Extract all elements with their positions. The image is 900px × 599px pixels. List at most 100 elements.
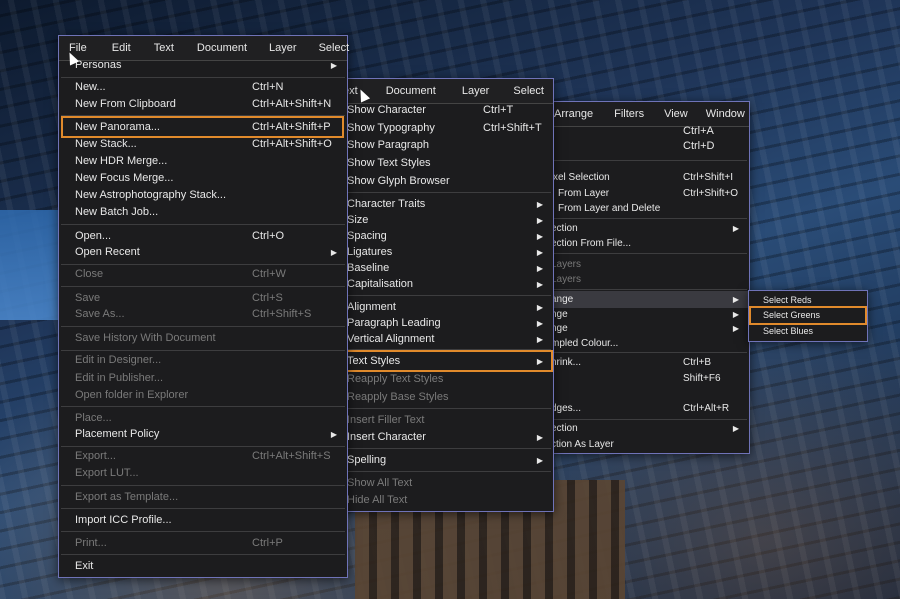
sampled-colour-item[interactable]: mpled Colour... <box>531 335 749 352</box>
separator <box>61 554 345 555</box>
separator <box>533 253 747 254</box>
open-folder-item[interactable]: Open folder in Explorer <box>59 387 347 404</box>
hide-all-text-item[interactable]: Hide All Text <box>331 492 553 509</box>
submenu-arrow-icon: ▶ <box>536 456 543 465</box>
show-glyph-browser-item[interactable]: Show Glyph Browser <box>331 173 553 190</box>
show-paragraph-item[interactable]: Show Paragraph <box>331 137 553 154</box>
menubar-window[interactable]: Window <box>696 108 755 120</box>
menubar-layer[interactable]: Layer <box>450 85 502 97</box>
submenu-arrow-icon: ▶ <box>536 232 543 241</box>
save-as-item[interactable]: Save As... Ctrl+Shift+S <box>59 306 347 323</box>
save-item[interactable]: Save Ctrl+S <box>59 290 347 307</box>
new-hdr-merge-item[interactable]: New HDR Merge... <box>59 153 347 170</box>
separator <box>533 289 747 290</box>
menubar-edit[interactable]: Edit <box>101 42 142 54</box>
insert-filler-text-item[interactable]: Insert Filler Text <box>331 412 553 429</box>
show-character-item[interactable]: Show Character Ctrl+T <box>331 102 553 119</box>
size-item[interactable]: Size ▶ <box>331 212 553 229</box>
place-item[interactable]: Place... <box>59 410 347 427</box>
separator <box>61 406 345 407</box>
submenu-arrow-icon: ▶ <box>732 424 739 433</box>
shortcut: Ctrl+B <box>683 357 712 368</box>
menubar-view[interactable]: View <box>656 108 696 120</box>
open-item[interactable]: Open... Ctrl+O <box>59 228 347 245</box>
submenu-arrow-icon: ▶ <box>536 319 543 328</box>
separator <box>61 531 345 532</box>
separator <box>61 350 345 351</box>
save-selection-item[interactable]: ection ▶ <box>531 420 749 437</box>
show-all-text-item[interactable]: Show All Text <box>331 475 553 492</box>
print-item[interactable]: Print... Ctrl+P <box>59 535 347 552</box>
shortcut: Ctrl+O <box>252 230 285 242</box>
menubar-layer[interactable]: Layer <box>258 42 308 54</box>
separator <box>333 448 551 449</box>
show-typography-item[interactable]: Show Typography Ctrl+Shift+T <box>331 120 553 137</box>
selection-as-layer-item[interactable]: ction As Layer <box>531 436 749 453</box>
load-selection-from-file-item[interactable]: ection From File... <box>531 235 749 252</box>
vertical-alignment-item[interactable]: Vertical Alignment ▶ <box>331 331 553 348</box>
exit-item[interactable]: Exit <box>59 558 347 575</box>
grow-shrink-item[interactable]: hrink... Ctrl+B <box>531 354 749 371</box>
select-blues-item[interactable]: Select Blues <box>749 323 867 340</box>
edit-in-designer-item[interactable]: Edit in Designer... <box>59 352 347 369</box>
shortcut: Ctrl+Shift+I <box>683 172 734 183</box>
placement-policy-item[interactable]: Placement Policy ▶ <box>59 426 347 443</box>
select-layers-item-2[interactable]: Layers <box>531 271 749 288</box>
close-item[interactable]: Close Ctrl+W <box>59 266 347 283</box>
edit-in-publisher-item[interactable]: Edit in Publisher... <box>59 370 347 387</box>
open-recent-item[interactable]: Open Recent ▶ <box>59 244 347 261</box>
menubar-document[interactable]: Document <box>186 42 258 54</box>
capitalisation-item[interactable]: Capitalisation ▶ <box>331 276 553 293</box>
show-text-styles-item[interactable]: Show Text Styles <box>331 155 553 172</box>
spelling-item[interactable]: Spelling ▶ <box>331 452 553 469</box>
ligatures-item[interactable]: Ligatures ▶ <box>331 244 553 261</box>
export-lut-item[interactable]: Export LUT... <box>59 465 347 482</box>
save-history-item[interactable]: Save History With Document <box>59 330 347 347</box>
export-as-template-item[interactable]: Export as Template... <box>59 489 347 506</box>
menubar-file[interactable]: File <box>59 42 101 54</box>
shortcut: Ctrl+D <box>683 140 715 152</box>
shortcut: Ctrl+Alt+Shift+N <box>252 98 332 110</box>
file-menu: File Edit Text Document Layer Select Per… <box>58 35 349 578</box>
new-focus-merge-item[interactable]: New Focus Merge... <box>59 170 347 187</box>
selection-from-layer-delete-item[interactable]: From Layer and Delete <box>531 200 749 217</box>
character-traits-item[interactable]: Character Traits ▶ <box>331 196 553 213</box>
separator <box>333 471 551 472</box>
import-icc-profile-item[interactable]: Import ICC Profile... <box>59 512 347 529</box>
highlight-frame <box>331 350 553 372</box>
range-submenu: Select Reds Select Greens Select Blues <box>748 290 868 342</box>
highlight-frame <box>749 306 867 325</box>
menubar-text[interactable]: Text <box>142 42 186 54</box>
separator <box>333 295 551 296</box>
shortcut: Ctrl+S <box>252 292 283 304</box>
new-batch-job-item[interactable]: New Batch Job... <box>59 204 347 221</box>
refine-edges-item[interactable]: dges... Ctrl+Alt+R <box>531 400 749 417</box>
separator <box>61 508 345 509</box>
personas-item[interactable]: Personas ▶ <box>59 57 347 74</box>
menubar-filters[interactable]: Filters <box>602 108 656 120</box>
shortcut: Ctrl+Alt+Shift+S <box>252 450 331 462</box>
alignment-item[interactable]: Alignment ▶ <box>331 299 553 316</box>
new-stack-item[interactable]: New Stack... Ctrl+Alt+Shift+O <box>59 136 347 153</box>
spacing-item[interactable]: Spacing ▶ <box>331 228 553 245</box>
shortcut: Ctrl+Alt+R <box>683 403 730 414</box>
export-item[interactable]: Export... Ctrl+Alt+Shift+S <box>59 448 347 465</box>
shortcut: Ctrl+Shift+S <box>252 308 312 320</box>
invert-selection-item[interactable]: xel Selection Ctrl+Shift+I <box>531 169 749 186</box>
select-menu: Arrange Filters View Window Ctrl+A Ctrl+… <box>530 101 750 454</box>
submenu-arrow-icon: ▶ <box>536 216 543 225</box>
new-item[interactable]: New... Ctrl+N <box>59 79 347 96</box>
new-astrophotography-stack-item[interactable]: New Astrophotography Stack... <box>59 187 347 204</box>
menubar-select[interactable]: Select <box>501 85 556 97</box>
separator <box>61 77 345 78</box>
insert-character-item[interactable]: Insert Character ▶ <box>331 429 553 446</box>
new-from-clipboard-item[interactable]: New From Clipboard Ctrl+Alt+Shift+N <box>59 96 347 113</box>
reapply-text-styles-item[interactable]: Reapply Text Styles <box>331 371 553 388</box>
baseline-item[interactable]: Baseline ▶ <box>331 260 553 277</box>
reapply-base-styles-item[interactable]: Reapply Base Styles <box>331 389 553 406</box>
deselect-item[interactable]: Ctrl+D <box>531 138 749 155</box>
separator <box>61 224 345 225</box>
menubar-select[interactable]: Select <box>308 42 361 54</box>
menubar-document[interactable]: Document <box>372 85 450 97</box>
paragraph-leading-item[interactable]: Paragraph Leading ▶ <box>331 315 553 332</box>
